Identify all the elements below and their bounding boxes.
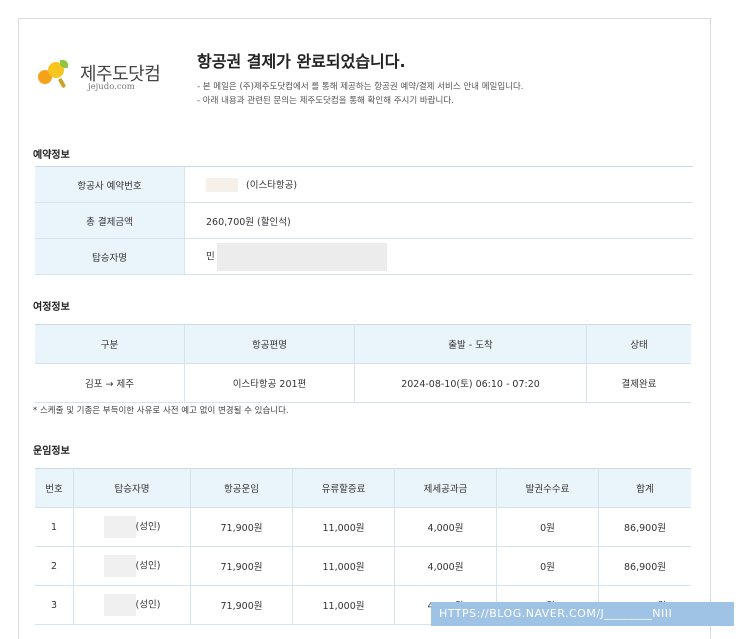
logo-domain: jejudo.com: [88, 82, 135, 92]
passenger-name: 민: [206, 251, 215, 262]
column-header: 유류할증료: [292, 468, 395, 508]
redacted-block: [216, 242, 387, 271]
blog-watermark: HTTPS://BLOG.NAVER.COM/J________NIII: [431, 602, 734, 626]
row-total: 86,900원: [598, 546, 691, 586]
logo-leaf-icon: [60, 60, 68, 68]
column-header: 구분: [35, 324, 185, 364]
passenger-cell: (성인): [73, 546, 191, 586]
base-fare: 71,900원: [190, 546, 293, 586]
fuel-surcharge: 11,000원: [292, 546, 395, 586]
column-header: 발권수수료: [496, 468, 599, 508]
table-row: 탑승자명 민: [35, 238, 693, 275]
row-number: 3: [35, 585, 74, 625]
column-header: 제세공과금: [394, 468, 497, 508]
reservation-label: 항공사 예약번호: [35, 166, 185, 203]
table-header-row: 번호 탑승자명 항공운임 유류할증료 제세공과금 발권수수료 합계: [35, 468, 691, 508]
table-row: 김포 → 제주 이스타항공 201편 2024-08-10(토) 06:10 -…: [35, 363, 691, 403]
redacted-block: [103, 555, 136, 577]
redacted-block: [206, 178, 238, 193]
taxes: 4,000원: [394, 546, 497, 586]
ticketing-fee: 0원: [496, 507, 599, 547]
schedule-footnote: * 스케줄 및 기종은 부득이한 사유로 사전 예고 없이 변경될 수 있습니다…: [33, 406, 289, 416]
redacted-block: [103, 516, 136, 538]
reservation-section-title: 예약정보: [33, 150, 70, 161]
table-row: 항공사 예약번호 (이스타항공): [35, 166, 693, 203]
route: 김포 → 제주: [35, 363, 185, 403]
status: 결제완료: [586, 363, 691, 403]
row-total: 86,900원: [598, 507, 691, 547]
passenger-cell: (성인): [73, 585, 191, 625]
ticketing-fee: 0원: [496, 546, 599, 586]
flight-number: 이스타항공 201편: [184, 363, 355, 403]
header-note-1: - 본 메일은 (주)제주도닷컴에서 를 통해 제공하는 항공권 예약/결제 서…: [197, 82, 524, 92]
passenger-names: 민: [184, 238, 693, 275]
table-row: 2 (성인) 71,900원 11,000원 4,000원 0원 86,900원: [35, 546, 691, 586]
itinerary-table: 구분 항공편명 출발 - 도착 상태 김포 → 제주 이스타항공 201편 20…: [35, 324, 691, 403]
row-number: 2: [35, 546, 74, 586]
jejudo-logo[interactable]: 제주도닷컴 jejudo.com: [38, 58, 168, 98]
total-amount: 260,700원 (할인석): [184, 202, 693, 239]
row-number: 1: [35, 507, 74, 547]
reservation-table: 항공사 예약번호 (이스타항공) 총 결제금액 260,700원 (할인석) 탑…: [35, 166, 693, 275]
booking-airline: (이스타항공): [246, 179, 298, 191]
base-fare: 71,900원: [190, 585, 293, 625]
column-header: 번호: [35, 468, 74, 508]
redacted-block: [103, 594, 136, 616]
reservation-value: (이스타항공): [184, 166, 693, 203]
header-note-2: - 아래 내용과 관련된 문의는 제주도닷컴을 통해 확인해 주시기 바랍니다.: [197, 96, 454, 106]
column-header: 탑승자명: [73, 468, 191, 508]
table-header-row: 구분 항공편명 출발 - 도착 상태: [35, 324, 691, 364]
fare-section-title: 운임정보: [33, 446, 70, 457]
column-header: 출발 - 도착: [354, 324, 587, 364]
departure-arrival: 2024-08-10(토) 06:10 - 07:20: [354, 363, 587, 403]
taxes: 4,000원: [394, 507, 497, 547]
logo-stem-icon: [57, 77, 67, 89]
column-header: 상태: [586, 324, 691, 364]
passenger-cell: (성인): [73, 507, 191, 547]
passenger-type: (성인): [135, 521, 161, 533]
reservation-label: 탑승자명: [35, 238, 185, 275]
page-title: 항공권 결제가 완료되었습니다.: [197, 52, 406, 71]
fuel-surcharge: 11,000원: [292, 585, 395, 625]
base-fare: 71,900원: [190, 507, 293, 547]
passenger-type: (성인): [135, 560, 161, 572]
passenger-type: (성인): [135, 599, 161, 611]
column-header: 합계: [598, 468, 691, 508]
table-row: 총 결제금액 260,700원 (할인석): [35, 202, 693, 239]
table-row: 1 (성인) 71,900원 11,000원 4,000원 0원 86,900원: [35, 507, 691, 547]
reservation-label: 총 결제금액: [35, 202, 185, 239]
itinerary-section-title: 여정정보: [33, 302, 70, 313]
fuel-surcharge: 11,000원: [292, 507, 395, 547]
column-header: 항공운임: [190, 468, 293, 508]
column-header: 항공편명: [184, 324, 355, 364]
